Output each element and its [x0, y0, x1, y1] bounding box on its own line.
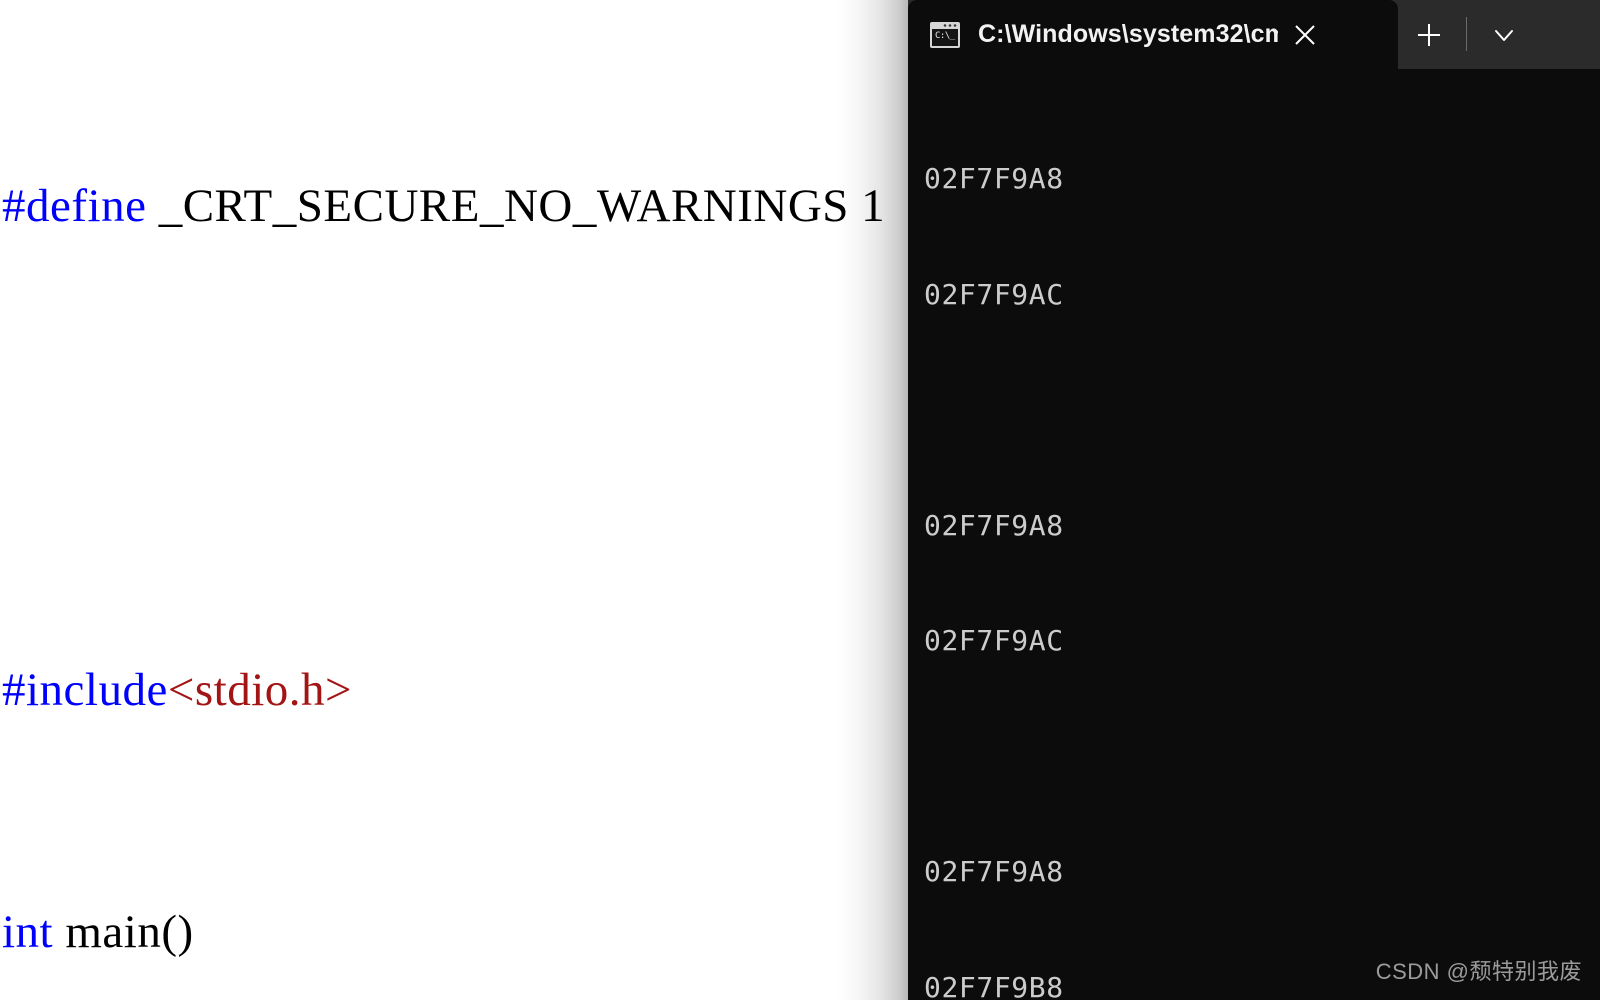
chevron-down-icon[interactable]: [1473, 0, 1535, 69]
cmd-icon-titlebar-dots: [943, 23, 957, 27]
code-token-int-keyword: int: [2, 905, 54, 958]
plus-icon[interactable]: [1398, 0, 1460, 69]
terminal-output-line: 02F7F9AC: [924, 277, 1064, 311]
source-code-block: #define _CRT_SECURE_NO_WARNINGS 1 #inclu…: [2, 0, 885, 1000]
code-line-3: #include<stdio.h>: [2, 660, 885, 721]
tabbar-divider: [1466, 17, 1467, 51]
terminal-output-line: 02F7F9A8: [924, 508, 1064, 542]
csdn-watermark: CSDN @颓特别我废: [1375, 959, 1582, 984]
code-token-main-signature: main(): [53, 905, 194, 958]
terminal-output-blank-line: [924, 738, 1600, 777]
terminal-output-line: 02F7F9A8: [924, 855, 1064, 888]
terminal-title-bar: C:\_ C:\Windows\system32\cmd.e: [908, 0, 1600, 69]
terminal-tab-cmd[interactable]: C:\_ C:\Windows\system32\cmd.e: [908, 0, 1398, 69]
terminal-output: 02F7F9A8 02F7F9AC 02F7F9A8 02F7F9AC 02F7…: [924, 83, 1600, 1000]
terminal-window: C:\_ C:\Windows\system32\cmd.e: [908, 0, 1600, 1000]
code-line-2-blank: [2, 418, 885, 479]
close-icon[interactable]: [1278, 8, 1332, 62]
code-token-include-keyword: #include: [2, 663, 168, 716]
cmd-icon-prompt-text: C:\_: [935, 30, 955, 41]
code-token-include-header: <stdio.h>: [167, 663, 353, 716]
code-line-4: int main(): [2, 902, 885, 963]
cmd-icon: C:\_: [930, 21, 960, 48]
terminal-tab-title: C:\Windows\system32\cmd.e: [978, 20, 1278, 48]
terminal-output-line: 02F7F9AC: [924, 624, 1064, 657]
code-line-1: #define _CRT_SECURE_NO_WARNINGS 1: [2, 176, 885, 237]
code-editor-pane: #define _CRT_SECURE_NO_WARNINGS 1 #inclu…: [0, 0, 908, 1000]
screenshot-root: #define _CRT_SECURE_NO_WARNINGS 1 #inclu…: [0, 0, 1600, 1000]
terminal-body[interactable]: 02F7F9A8 02F7F9AC 02F7F9A8 02F7F9AC 02F7…: [908, 69, 1600, 1000]
terminal-output-line: 02F7F9A8: [924, 162, 1064, 195]
terminal-output-blank-line: [924, 391, 1600, 430]
code-token-define-macro: _CRT_SECURE_NO_WARNINGS 1: [146, 179, 886, 232]
code-token-define-keyword: #define: [2, 179, 147, 232]
